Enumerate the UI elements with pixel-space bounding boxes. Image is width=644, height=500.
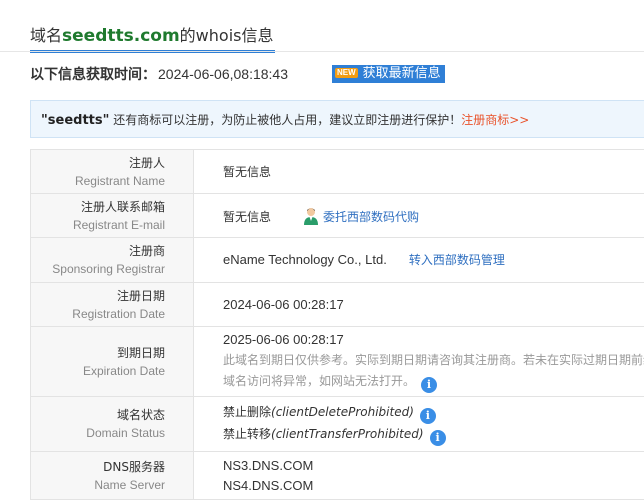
label-cn: 注册商 xyxy=(128,244,165,258)
row-label: 注册商 Sponsoring Registrar xyxy=(30,237,194,283)
table-row: 注册人联系邮箱 Registrant E-mail 暂无信息 委托西部数码代购 xyxy=(30,193,644,238)
register-trademark-link[interactable]: 注册商标>> xyxy=(461,113,529,127)
label-cn: 到期日期 xyxy=(116,345,165,360)
notice-keyword: "seedtts" xyxy=(41,113,110,128)
row-label: DNS服务器 Name Server xyxy=(30,451,194,500)
row-label: 域名状态 Domain Status xyxy=(30,396,194,452)
label-en: Domain Status xyxy=(86,426,165,440)
table-row: DNS服务器 Name Server NS3.DNS.COM NS4.DNS.C… xyxy=(30,451,644,500)
table-row: 注册商 Sponsoring Registrar eName Technolog… xyxy=(30,237,644,283)
status-line: 禁止转移(clientTransferProhibited) i xyxy=(223,424,644,446)
transfer-link[interactable]: 转入西部数码管理 xyxy=(409,253,505,267)
name-server-cell: NS3.DNS.COM NS4.DNS.COM xyxy=(193,451,644,500)
label-en: Sponsoring Registrar xyxy=(52,262,165,276)
expiry-note-line2-row: 域名访问将异常，如网站无法打开。 i xyxy=(223,371,644,393)
row-label: 注册人联系邮箱 Registrant E-mail xyxy=(30,193,194,238)
proxy-purchase-link[interactable]: 委托西部数码代购 xyxy=(323,210,419,224)
label-en: Name Server xyxy=(94,477,165,492)
new-badge-icon: NEW xyxy=(335,68,358,78)
refresh-button-label: 获取最新信息 xyxy=(362,66,441,81)
info-icon[interactable]: i xyxy=(419,408,436,424)
info-icon[interactable]: i xyxy=(429,430,446,446)
registrant-value-cell: 暂无信息 xyxy=(193,149,644,194)
whois-table: 注册人 Registrant Name 暂无信息 注册人联系邮箱 Registr… xyxy=(30,149,644,500)
update-time-label: 以下信息获取时间： xyxy=(30,67,156,83)
expiry-note-line2: 域名访问将异常，如网站无法打开。 xyxy=(223,374,416,388)
name-server-1: NS3.DNS.COM xyxy=(223,457,314,473)
info-icon[interactable]: i xyxy=(421,377,438,393)
registration-date-value: 2024-06-06 00:28:17 xyxy=(223,296,344,312)
refresh-whois-button[interactable]: NEW 获取最新信息 xyxy=(332,65,445,83)
registrar-value: eName Technology Co., Ltd. xyxy=(223,252,387,267)
table-row: 到期日期 Expiration Date 2025-06-06 00:28:17… xyxy=(30,326,644,397)
title-divider xyxy=(0,51,644,52)
email-value-cell: 暂无信息 委托西部数码代购 xyxy=(193,193,644,238)
email-value: 暂无信息 xyxy=(223,209,272,224)
update-time-row: 以下信息获取时间： 2024-06-06,08:18:43 NEW 获取最新信息 xyxy=(30,64,445,86)
title-suffix: 的whois信息 xyxy=(179,26,274,45)
status-en: (clientTransferProhibited) xyxy=(271,427,424,441)
table-row: 注册人 Registrant Name 暂无信息 xyxy=(30,149,644,194)
label-cn: 注册人联系邮箱 xyxy=(80,199,165,214)
row-label: 到期日期 Expiration Date xyxy=(30,326,194,397)
registration-date-cell: 2024-06-06 00:28:17 xyxy=(193,282,644,327)
label-en: Registrant E-mail xyxy=(72,217,165,232)
registrar-value-cell: eName Technology Co., Ltd. 转入西部数码管理 xyxy=(193,237,644,283)
label-en: Registrant Name xyxy=(74,173,165,188)
status-en: (clientDeleteProhibited) xyxy=(271,405,414,419)
domain-status-cell: 禁止删除(clientDeleteProhibited) i 禁止转移(clien… xyxy=(193,396,644,452)
trademark-notice: "seedtts" 还有商标可以注册，为防止被他人占用，建议立即注册进行保护！注… xyxy=(30,100,644,138)
notice-text: 还有商标可以注册，为防止被他人占用，建议立即注册进行保护！ xyxy=(109,113,462,127)
label-cn: 注册人 xyxy=(128,155,165,170)
label-cn: 域名状态 xyxy=(116,408,165,422)
status-cn: 禁止删除 xyxy=(223,405,272,419)
label-cn: 注册日期 xyxy=(116,288,165,303)
label-en: Registration Date xyxy=(72,306,165,321)
status-cn: 禁止转移 xyxy=(223,427,272,441)
page-title-tab[interactable]: 域名seedtts.com的whois信息 xyxy=(30,22,276,53)
expiration-date-value: 2025-06-06 00:28:17 xyxy=(223,332,344,347)
update-time-value: 2024-06-06,08:18:43 xyxy=(158,66,288,82)
table-row: 域名状态 Domain Status 禁止删除(clientDeleteProh… xyxy=(30,396,644,452)
title-prefix: 域名 xyxy=(30,26,63,45)
title-domain: seedtts.com xyxy=(62,26,180,46)
expiry-note-line1: 此域名到期日仅供参考。实际到期日期请咨询其注册商。若未在实际过期日期前续费 xyxy=(223,353,644,367)
agent-icon xyxy=(304,207,319,225)
table-row: 注册日期 Registration Date 2024-06-06 00:28:… xyxy=(30,282,644,327)
registrant-value: 暂无信息 xyxy=(223,165,272,179)
row-label: 注册人 Registrant Name xyxy=(30,149,194,194)
row-label: 注册日期 Registration Date xyxy=(30,282,194,327)
label-cn: DNS服务器 xyxy=(103,459,165,474)
name-server-2: NS4.DNS.COM xyxy=(223,477,314,493)
expiration-date-cell: 2025-06-06 00:28:17 此域名到期日仅供参考。实际到期日期请咨询… xyxy=(193,326,644,397)
status-line: 禁止删除(clientDeleteProhibited) i xyxy=(223,402,644,424)
label-en: Expiration Date xyxy=(82,363,165,378)
